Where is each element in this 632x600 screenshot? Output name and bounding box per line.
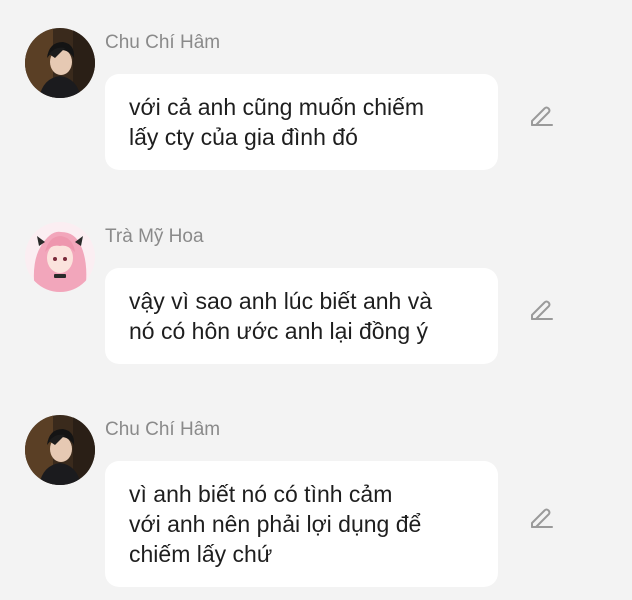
message-text-line: vì anh biết nó có tình cảm xyxy=(129,481,393,507)
sender-name: Chu Chí Hâm xyxy=(105,419,221,440)
pink-haired-anime-girl-avatar-icon xyxy=(25,222,95,292)
pencil-edit-icon xyxy=(531,508,553,528)
message-text-line: với cả anh cũng muốn chiếm xyxy=(129,94,425,120)
message-text-line: chiếm lấy chứ xyxy=(129,541,273,567)
message-text-line: lấy cty của gia đình đó xyxy=(129,124,358,150)
sender-name: Trà Mỹ Hoa xyxy=(105,226,204,247)
sender-name: Chu Chí Hâm xyxy=(105,32,221,53)
avatar[interactable] xyxy=(25,415,95,485)
dark-haired-man-avatar-icon xyxy=(25,415,95,485)
pencil-edit-icon xyxy=(531,106,553,126)
message-text-line: vậy vì sao anh lúc biết anh và xyxy=(129,288,433,314)
edit-button[interactable] xyxy=(526,502,556,532)
avatar[interactable] xyxy=(25,222,95,292)
message-bubble[interactable]: với cả anh cũng muốn chiếm lấy cty của g… xyxy=(105,74,498,170)
message-text-line: với anh nên phải lợi dụng để xyxy=(129,511,422,537)
edit-button[interactable] xyxy=(526,100,556,130)
avatar[interactable] xyxy=(25,28,95,98)
message-bubble[interactable]: vậy vì sao anh lúc biết anh và nó có hôn… xyxy=(105,268,498,364)
message-text-line: nó có hôn ước anh lại đồng ý xyxy=(129,318,429,344)
edit-button[interactable] xyxy=(526,294,556,324)
dark-haired-man-avatar-icon xyxy=(25,28,95,98)
pencil-edit-icon xyxy=(531,300,553,320)
message-bubble[interactable]: vì anh biết nó có tình cảm với anh nên p… xyxy=(105,461,498,587)
